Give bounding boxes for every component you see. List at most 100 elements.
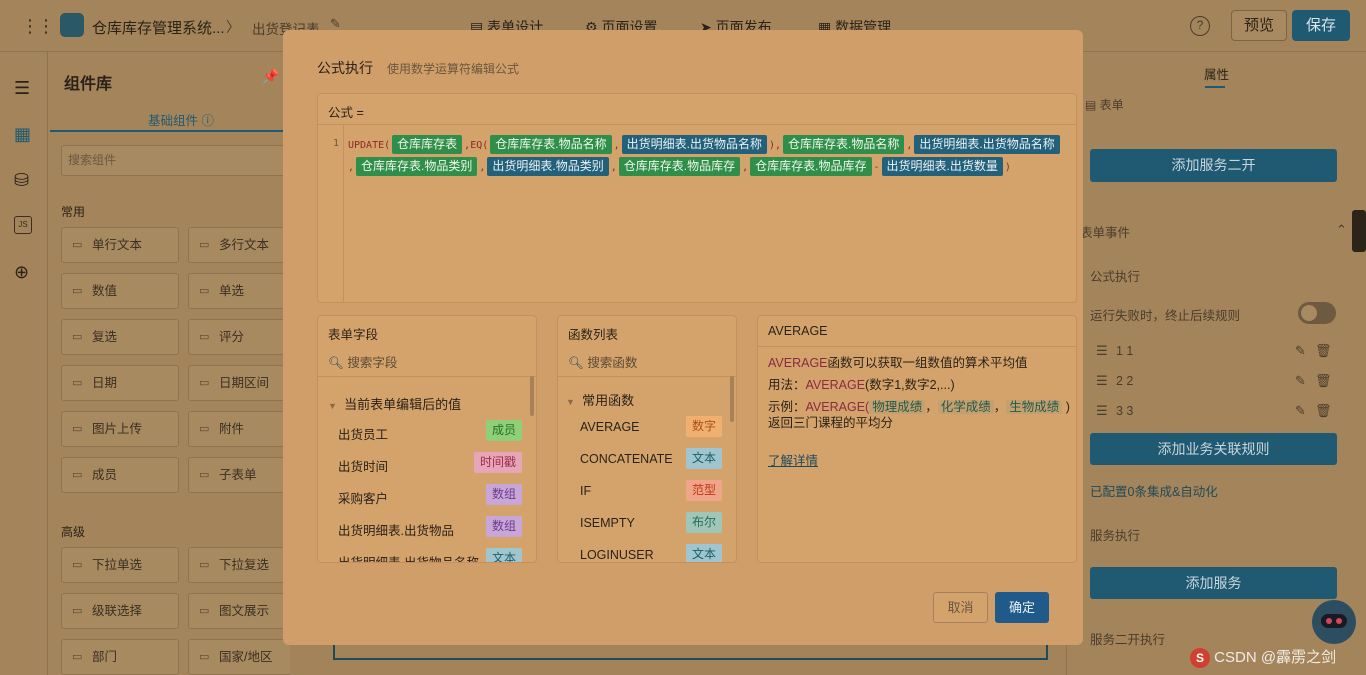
csdn-logo: S: [1190, 648, 1210, 669]
field-item[interactable]: 出货明细表.出货物品: [338, 520, 454, 539]
help-icon[interactable]: ?: [1190, 16, 1210, 36]
component-icon: ▭: [72, 559, 83, 571]
function-type-badge: 数字: [685, 416, 722, 437]
component-icon: ▭: [199, 285, 210, 297]
component-item[interactable]: ▭ 数值: [61, 273, 179, 309]
edit-icon[interactable]: ✎: [1295, 343, 1306, 359]
functions-title: 函数列表: [568, 328, 619, 342]
form-events-header[interactable]: 表单事件: [1080, 222, 1130, 241]
assistant-avatar[interactable]: [1312, 600, 1356, 644]
drag-handle-icon[interactable]: ☰: [1096, 343, 1108, 359]
component-icon: ▭: [199, 377, 210, 389]
search-icon: 🔍︎: [568, 356, 584, 370]
component-item[interactable]: ▭ 复选: [61, 319, 179, 355]
component-label: 级联选择: [92, 604, 143, 618]
field-type-badge: 数组: [485, 516, 522, 537]
delete-icon[interactable]: 🗑︎: [1315, 373, 1332, 389]
component-item[interactable]: ▭ 下拉单选: [61, 547, 179, 583]
component-item[interactable]: ▭ 单行文本: [61, 227, 179, 263]
component-search[interactable]: 搜索组件: [61, 145, 289, 176]
components-icon[interactable]: ▦: [14, 124, 31, 145]
field-item[interactable]: 出货明细表.出货物品名称: [338, 552, 479, 562]
function-item[interactable]: CONCATENATE: [580, 452, 673, 466]
field-item[interactable]: 采购客户: [338, 488, 388, 507]
field-item[interactable]: 出货员工: [338, 424, 388, 443]
formula-field-chip[interactable]: 仓库库存表.物品类别: [356, 157, 478, 176]
save-button[interactable]: 保存: [1292, 10, 1350, 41]
function-item[interactable]: AVERAGE: [580, 420, 640, 434]
dialog-title: 公式执行: [317, 60, 373, 76]
component-icon: ▭: [72, 285, 83, 297]
formula-field-chip[interactable]: 仓库库存表.物品库存: [750, 157, 872, 176]
formula-field-chip[interactable]: 出货明细表.出货数量: [881, 157, 1003, 176]
outline-icon[interactable]: ☰: [14, 78, 30, 99]
collapse-icon[interactable]: ⌃: [1336, 222, 1347, 238]
help-title: AVERAGE: [768, 324, 828, 338]
edit-icon[interactable]: ✎: [1295, 403, 1306, 419]
component-label: 下拉复选: [219, 558, 270, 572]
add-service-button[interactable]: 添加服务: [1090, 567, 1337, 599]
function-item[interactable]: ISEMPTY: [580, 516, 635, 530]
component-item[interactable]: ▭ 图片上传: [61, 411, 179, 447]
pin-icon[interactable]: 📌: [262, 68, 279, 85]
formula-field-chip[interactable]: 出货明细表.出货物品名称: [621, 135, 767, 154]
functions-panel: 函数列表 🔍︎ 搜索函数 ▼ 常用函数 AVERAGE 数字 CONCATENATE…: [557, 315, 737, 563]
tab-underline: [50, 130, 290, 132]
component-item[interactable]: ▭ 成员: [61, 457, 179, 493]
app-title[interactable]: 仓库库存管理系统...: [92, 17, 225, 38]
formula-field-chip[interactable]: 出货明细表.出货物品名称: [914, 135, 1060, 154]
database-icon[interactable]: ⛁: [14, 170, 29, 191]
component-label: 图文展示: [219, 604, 270, 618]
formula-dialog: 公式执行 使用数学运算符编辑公式 公式 = 1 UPDATE(仓库库存表 ,EQ(…: [283, 30, 1083, 645]
formula-operator: ,: [479, 162, 486, 173]
field-type-badge: 时间戳: [473, 452, 522, 473]
component-item[interactable]: ▭ 日期: [61, 365, 179, 401]
function-type-badge: 布尔: [685, 512, 722, 533]
globe-icon[interactable]: ⊕: [14, 262, 29, 283]
cancel-button[interactable]: 取消: [933, 592, 988, 623]
drag-handle-icon[interactable]: ☰: [1096, 403, 1108, 419]
component-icon: ▭: [199, 605, 210, 617]
tab-properties[interactable]: 属性: [1204, 64, 1229, 83]
fields-group[interactable]: ▼ 当前表单编辑后的值: [328, 394, 461, 413]
function-item[interactable]: IF: [580, 484, 591, 498]
functions-scrollbar[interactable]: [730, 376, 734, 422]
component-label: 子表单: [219, 468, 257, 482]
formula-field-chip[interactable]: 仓库库存表: [392, 135, 463, 154]
fields-scrollbar[interactable]: [530, 376, 534, 416]
drag-handle-icon[interactable]: ☰: [1096, 373, 1108, 389]
rule-name: 2 2: [1116, 374, 1134, 388]
add-service-dev-button[interactable]: 添加服务二开: [1090, 149, 1337, 182]
functions-group[interactable]: ▼ 常用函数: [566, 390, 634, 409]
formula-code[interactable]: UPDATE(仓库库存表 ,EQ(仓库库存表.物品名称, 出货明细表.出货物品名称)…: [348, 134, 1068, 178]
preview-button[interactable]: 预览: [1231, 10, 1287, 41]
component-item[interactable]: ▭ 级联选择: [61, 593, 179, 629]
formula-field-chip[interactable]: 仓库库存表.物品名称: [783, 135, 905, 154]
js-icon[interactable]: JS: [14, 216, 32, 234]
scroll-handle[interactable]: [1352, 210, 1366, 252]
add-business-rule-button[interactable]: 添加业务关联规则: [1090, 433, 1337, 465]
caret-down-icon: ▼: [566, 397, 575, 407]
field-item[interactable]: 出货时间: [338, 456, 388, 475]
learn-more-link[interactable]: 了解详情: [768, 450, 818, 469]
functions-search[interactable]: 🔍︎ 搜索函数: [568, 352, 637, 371]
configured-text[interactable]: 已配置0条集成&自动化: [1090, 481, 1218, 500]
csdn-watermark: S CSDN @霹雳之剑: [1190, 646, 1336, 669]
formula-field-chip[interactable]: 仓库库存表.物品名称: [490, 135, 612, 154]
component-icon: ▭: [72, 423, 83, 435]
fields-search[interactable]: 🔍︎ 搜索字段: [328, 352, 397, 371]
delete-icon[interactable]: 🗑︎: [1315, 343, 1332, 359]
fail-stop-toggle[interactable]: [1298, 302, 1336, 324]
tab-basic-components[interactable]: 基础组件 ⓘ: [148, 110, 214, 129]
component-item[interactable]: ▭ 部门: [61, 639, 179, 675]
formula-field-chip[interactable]: 仓库库存表.物品库存: [618, 157, 741, 176]
delete-icon[interactable]: 🗑︎: [1315, 403, 1332, 419]
confirm-button[interactable]: 确定: [995, 592, 1049, 623]
component-label: 评分: [219, 330, 245, 344]
component-icon: ▭: [72, 239, 83, 251]
edit-icon[interactable]: ✎: [1295, 373, 1306, 389]
line-number: 1: [333, 138, 340, 149]
function-item[interactable]: LOGINUSER: [580, 548, 654, 562]
form-tree-item[interactable]: ▤ 表单: [1085, 96, 1124, 113]
formula-field-chip[interactable]: 出货明细表.物品类别: [487, 157, 609, 176]
